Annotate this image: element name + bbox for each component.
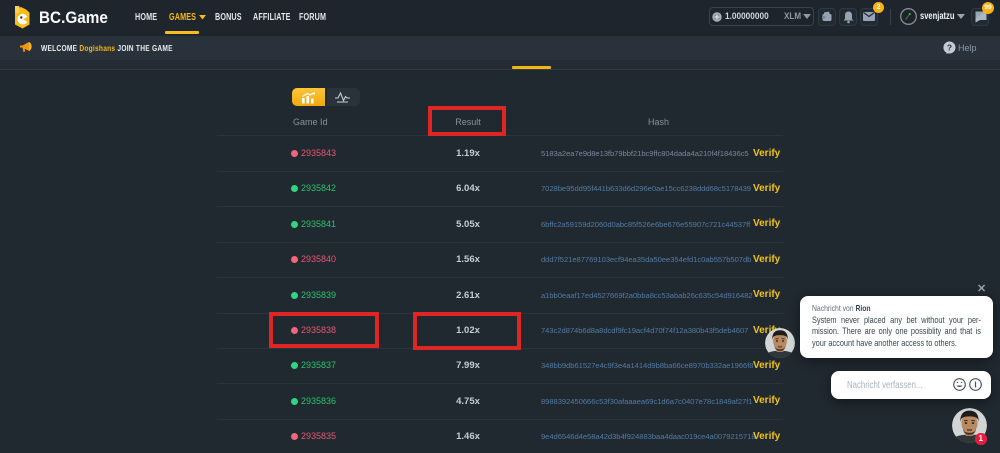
svg-text:?: ? bbox=[947, 42, 952, 52]
